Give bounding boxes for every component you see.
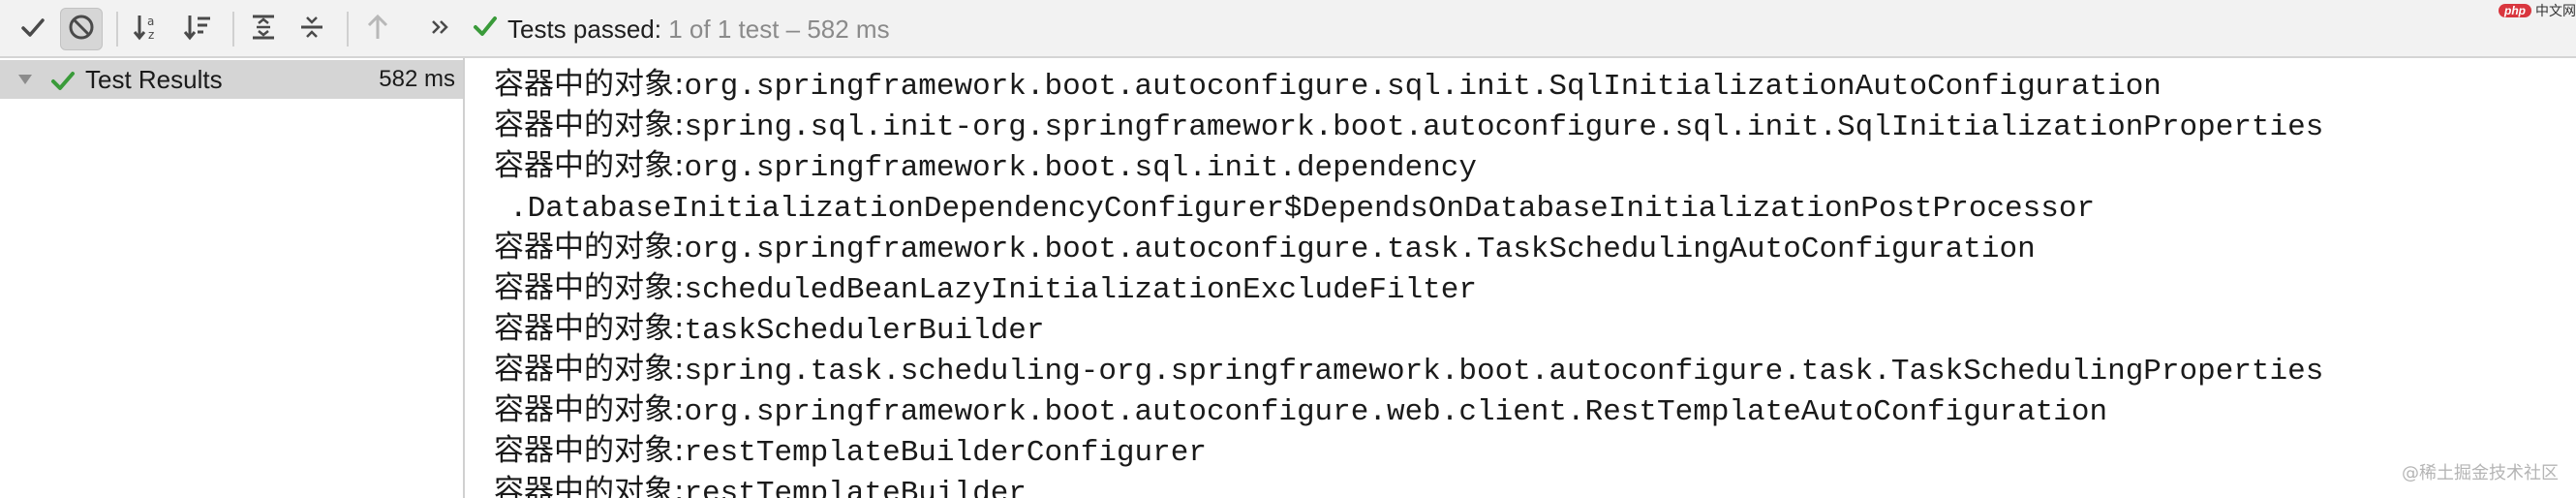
more-button[interactable] <box>426 8 455 50</box>
no-entry-icon <box>67 13 96 47</box>
watermark: @稀土掘金技术社区 <box>2402 463 2559 483</box>
tree-item-label: Test Results <box>85 64 223 94</box>
passed-check-icon <box>50 70 76 96</box>
console-line: 容器中的对象:org.springframework.boot.autoconf… <box>494 67 2162 104</box>
test-tree-panel: Test Results 582 ms <box>0 58 465 498</box>
site-logo-text: 中文网 <box>2535 3 2576 18</box>
sort-by-duration-button[interactable] <box>176 8 219 50</box>
double-chevron-right-icon <box>430 16 451 43</box>
toolbar-separator <box>116 12 118 47</box>
toolbar-separator <box>347 12 349 47</box>
status-summary: of 1 test – 582 ms <box>689 14 890 44</box>
expand-all-button[interactable] <box>242 8 285 50</box>
show-ignored-button[interactable] <box>60 8 103 50</box>
status-prefix: Tests passed: <box>507 14 661 44</box>
console-line: 容器中的对象:restTemplateBuilderConfigurer <box>494 433 1207 470</box>
console-line: 容器中的对象:spring.sql.init-org.springframewo… <box>494 108 2324 144</box>
console-line-continuation: .DatabaseInitializationDependencyConfigu… <box>509 192 2096 226</box>
arrow-up-icon <box>364 13 391 47</box>
console-line: 容器中的对象:org.springframework.boot.autoconf… <box>494 392 2108 429</box>
success-check-icon <box>473 14 498 46</box>
collapse-all-button[interactable] <box>291 8 333 50</box>
sort-alphabetically-button[interactable]: az <box>126 8 169 50</box>
console-line: 容器中的对象:taskSchedulerBuilder <box>494 311 1045 348</box>
console-line: 容器中的对象:scheduledBeanLazyInitializationEx… <box>494 270 1477 307</box>
checkmark-icon <box>19 14 46 46</box>
console-line: 容器中的对象:spring.task.scheduling-org.spring… <box>494 352 2324 389</box>
tree-item-duration: 582 ms <box>379 66 455 92</box>
svg-text:z: z <box>148 28 154 42</box>
console-line: 容器中的对象:org.springframework.boot.sql.init… <box>494 148 1477 185</box>
php-badge: php <box>2499 4 2531 17</box>
console-line: 容器中的对象:restTemplateBuilder <box>494 474 1027 498</box>
console-output[interactable]: 容器中的对象:org.springframework.boot.autoconf… <box>467 58 2576 498</box>
test-status: Tests passed: 1 of 1 test – 582 ms <box>473 12 890 47</box>
status-count: 1 <box>668 14 683 44</box>
collapse-all-icon <box>297 13 326 47</box>
show-passed-button[interactable] <box>12 8 54 50</box>
sort-alpha-icon: az <box>132 13 163 47</box>
site-logo: php 中文网 <box>2499 0 2576 21</box>
test-runner-toolbar: az Tests passed: 1 of 1 test – 582 ms ph… <box>0 0 2576 58</box>
toolbar-separator <box>232 12 234 47</box>
console-line: 容器中的对象:org.springframework.boot.autoconf… <box>494 230 2036 266</box>
svg-text:a: a <box>147 15 154 28</box>
sort-duration-icon <box>182 13 213 47</box>
tree-item-test-results[interactable]: Test Results 582 ms <box>0 60 463 99</box>
expand-all-icon <box>249 13 278 47</box>
previous-failed-button[interactable] <box>356 8 399 50</box>
expand-triangle-icon[interactable] <box>15 70 35 94</box>
